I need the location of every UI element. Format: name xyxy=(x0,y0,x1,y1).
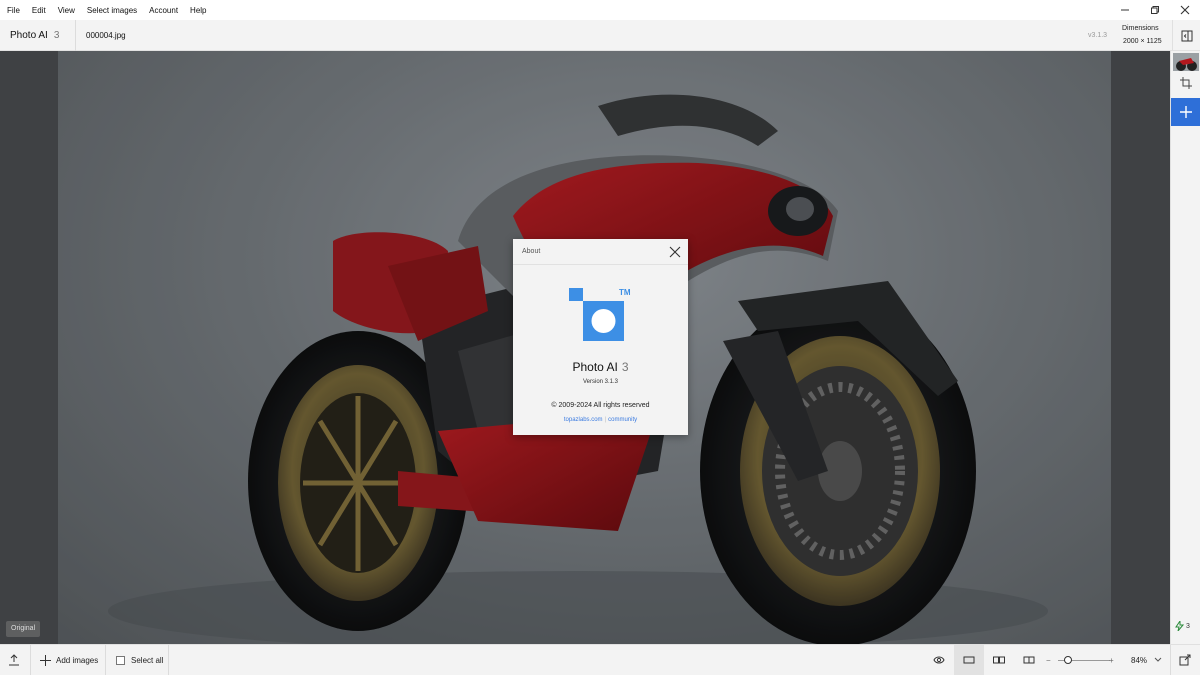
app-title: Photo AI 3 xyxy=(10,20,59,51)
crop-icon xyxy=(1180,77,1192,89)
preview-toggle-button[interactable] xyxy=(924,645,954,675)
about-version: Version 3.1.3 xyxy=(582,379,619,385)
minimize-icon xyxy=(1121,9,1129,11)
plus-icon xyxy=(40,654,51,666)
eye-icon xyxy=(933,656,945,664)
plus-icon xyxy=(1180,106,1192,118)
about-close-button[interactable] xyxy=(668,245,682,259)
topazlabs-link[interactable]: topazlabs.com xyxy=(564,417,603,423)
select-all-label: Select all xyxy=(131,655,164,665)
add-images-label: Add images xyxy=(56,655,99,665)
photo-ai-logo-icon: TM xyxy=(569,288,631,341)
single-view-icon xyxy=(963,656,975,664)
trademark-label: TM xyxy=(619,288,631,297)
photo-ai-logo: TM xyxy=(569,288,633,342)
chevron-down-icon xyxy=(1154,657,1162,662)
credits-count: 3 xyxy=(1186,622,1190,630)
menu-select-images[interactable]: Select images xyxy=(81,6,143,15)
export-icon xyxy=(1179,654,1191,666)
about-copyright: © 2009-2024 All rights reserved xyxy=(551,402,650,409)
split-view-icon xyxy=(1023,656,1035,664)
bottom-divider xyxy=(30,645,31,675)
bottom-divider xyxy=(168,645,169,675)
restore-icon xyxy=(1151,6,1159,14)
bottom-bar: Add images Select all − + 84% xyxy=(0,644,1200,675)
sidebar-panel-icon xyxy=(1181,30,1192,41)
about-dialog-header: About xyxy=(513,239,688,265)
restore-button[interactable] xyxy=(1140,0,1170,20)
zoom-in-button[interactable]: + xyxy=(1109,645,1114,675)
zoom-value[interactable]: 84% xyxy=(1131,645,1147,675)
side-by-side-view-button[interactable] xyxy=(984,645,1014,675)
about-app-name-text: Photo AI xyxy=(572,360,618,374)
upload-icon xyxy=(9,654,19,666)
close-window-button[interactable] xyxy=(1170,0,1200,20)
header-bar: Photo AI 3 000004.jpg v3.1.3 Dimensions … xyxy=(0,20,1200,51)
close-icon xyxy=(669,246,681,258)
bottom-divider xyxy=(1170,645,1171,675)
crop-tool-button[interactable] xyxy=(1171,69,1200,97)
about-dialog: About TM Photo AI 3 Version 3.1.3 © 2009-… xyxy=(513,239,688,435)
credits-indicator[interactable]: 3 xyxy=(1175,621,1190,631)
menu-edit[interactable]: Edit xyxy=(26,6,52,15)
close-icon xyxy=(1180,5,1190,15)
link-separator: | xyxy=(604,417,607,423)
zoom-out-button[interactable]: − xyxy=(1046,645,1051,675)
panel-toggle-button[interactable] xyxy=(1172,20,1200,51)
dimensions-title: Dimensions xyxy=(1122,25,1159,32)
app-version-number: 3 xyxy=(53,30,60,41)
version-label: v3.1.3 xyxy=(1088,32,1108,39)
dimensions-value: 2000 × 1125 xyxy=(1123,38,1162,45)
lightning-icon xyxy=(1175,621,1184,631)
zoom-slider-knob[interactable] xyxy=(1064,656,1073,664)
single-view-button[interactable] xyxy=(954,645,984,675)
add-enhancement-button[interactable] xyxy=(1171,98,1200,126)
menu-account[interactable]: Account xyxy=(143,6,184,15)
minimize-button[interactable] xyxy=(1110,0,1140,20)
add-images-button[interactable]: Add images xyxy=(40,645,98,675)
menu-bar: File Edit View Select images Account Hel… xyxy=(0,0,1200,20)
original-badge: Original xyxy=(6,621,41,637)
menu-help[interactable]: Help xyxy=(184,6,212,15)
zoom-dropdown[interactable] xyxy=(1154,645,1162,675)
export-image-button[interactable] xyxy=(1179,645,1191,675)
side-by-side-icon xyxy=(993,656,1005,664)
header-divider xyxy=(75,20,76,51)
about-app-number: 3 xyxy=(621,360,629,374)
about-app-name: Photo AI 3 xyxy=(513,360,688,374)
about-links: topazlabs.com | community xyxy=(513,417,688,423)
menu-file[interactable]: File xyxy=(0,6,26,15)
about-dialog-title: About xyxy=(522,248,541,255)
window-controls xyxy=(1110,0,1200,20)
checkbox-box xyxy=(116,655,125,665)
menu-view[interactable]: View xyxy=(52,6,81,15)
select-all-checkbox[interactable]: Select all xyxy=(116,645,163,675)
file-name[interactable]: 000004.jpg xyxy=(86,20,126,51)
app-name: Photo AI xyxy=(10,30,48,41)
export-button[interactable] xyxy=(8,645,20,675)
bottom-divider xyxy=(105,645,106,675)
split-view-button[interactable] xyxy=(1014,645,1044,675)
right-tool-strip: 3 xyxy=(1170,51,1200,644)
community-link[interactable]: community xyxy=(608,417,637,423)
